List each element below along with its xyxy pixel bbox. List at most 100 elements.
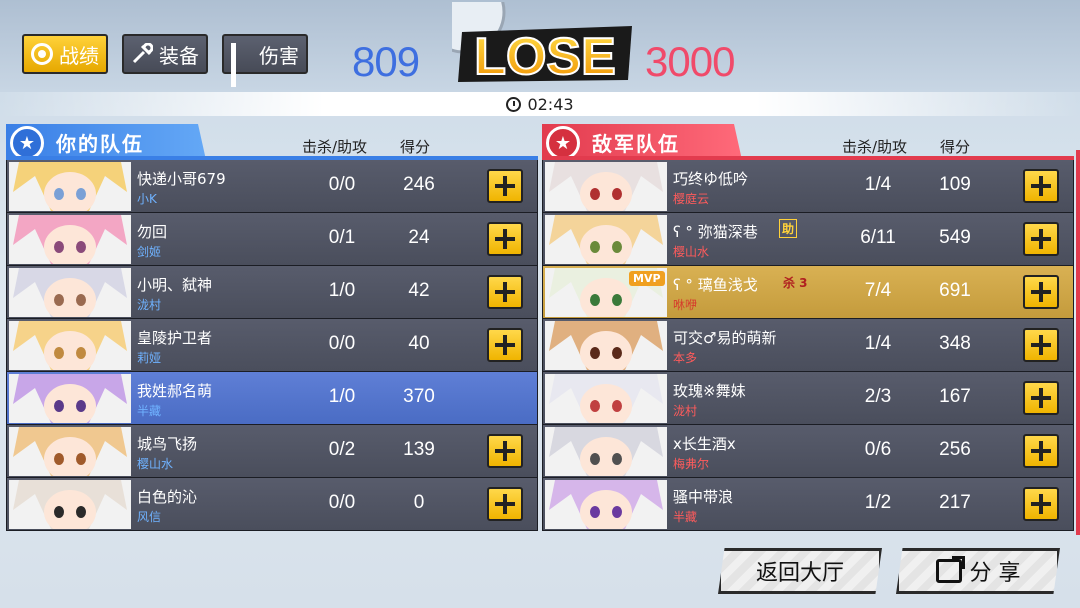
hero-avatar: MVP <box>545 268 667 317</box>
tab-equipment-label: 装备 <box>159 43 199 68</box>
enemy-player-list: 巧终ゆ低吟 樱庭云 1/4 109 ʕ ° 弥猫深巷 樱山水 6/11 549 助 MVP ʕ ° … <box>542 160 1074 531</box>
hero-avatar <box>545 480 667 529</box>
share-icon <box>935 559 962 583</box>
kill-assist: 0/6 <box>864 439 892 460</box>
hero-avatar <box>545 427 667 476</box>
player-score: 256 <box>939 439 971 460</box>
kill-assist: 0/0 <box>328 492 356 513</box>
kill-assist: 0/1 <box>328 227 356 248</box>
hero-avatar <box>9 162 131 211</box>
player-name: 快递小哥679 <box>137 170 226 188</box>
kill-assist: 1/4 <box>864 174 892 195</box>
enemy-col-kd: 击杀/助攻 <box>842 138 908 156</box>
hero-name: 梅弗尔 <box>673 457 710 471</box>
player-score: 109 <box>939 174 971 195</box>
player-score: 139 <box>403 439 435 460</box>
enemy-player-row: 骚中带浪 半藏 1/2 217 <box>542 478 1074 531</box>
player-name: 城鸟飞扬 <box>137 435 198 453</box>
player-score: 42 <box>408 280 430 301</box>
add-friend-button[interactable] <box>487 275 523 309</box>
enemy-player-row: 巧终ゆ低吟 樱庭云 1/4 109 <box>542 160 1074 213</box>
back-to-lobby-label: 返回大厅 <box>755 561 844 586</box>
hero-avatar <box>545 162 667 211</box>
hero-avatar <box>9 427 131 476</box>
ally-player-row: 勿回 剑姬 0/1 24 <box>6 213 538 266</box>
assist-badge: 助 <box>779 219 798 238</box>
add-friend-button[interactable] <box>1023 434 1059 468</box>
hero-name: 风信 <box>137 510 162 524</box>
player-score: 691 <box>939 280 971 301</box>
hero-name: 本多 <box>673 351 698 365</box>
player-score: 0 <box>413 492 425 513</box>
bar-chart-icon <box>231 43 253 87</box>
equipment-icon <box>131 42 154 65</box>
ally-player-row: 小明、弑神 泷村 1/0 42 <box>6 266 538 319</box>
kill-assist: 6/11 <box>860 227 896 248</box>
lose-banner: LOSE <box>422 0 638 87</box>
add-friend-button[interactable] <box>487 434 523 468</box>
add-friend-button[interactable] <box>1023 169 1059 203</box>
player-name: 我姓郝名萌 <box>137 382 213 400</box>
add-friend-button[interactable] <box>1023 222 1059 256</box>
hero-avatar <box>545 374 667 423</box>
hero-name: 剑姬 <box>137 245 162 259</box>
player-score: 24 <box>408 227 430 248</box>
ally-team-header: 你的队伍 ★ 击杀/助攻 得分 <box>6 124 538 160</box>
player-name: 皇陵护卫者 <box>137 329 213 347</box>
hero-avatar <box>9 268 131 317</box>
hero-name: 半藏 <box>673 510 698 524</box>
ally-team-score: 809 <box>352 38 420 85</box>
kill-streak-badge: 杀 3 <box>783 276 808 290</box>
match-time: 02:43 <box>527 94 574 114</box>
enemy-player-row: ʕ ° 弥猫深巷 樱山水 6/11 549 助 <box>542 213 1074 266</box>
kill-assist: 7/4 <box>864 280 892 301</box>
hero-avatar <box>9 321 131 370</box>
enemy-player-row: 玫瑰※舞妹 泷村 2/3 167 <box>542 372 1074 425</box>
back-to-lobby-button[interactable]: 返回大厅 <box>718 548 882 594</box>
kill-assist: 1/2 <box>864 492 892 513</box>
match-timer: 02:43 <box>0 92 1080 116</box>
ally-player-row: 皇陵护卫者 莉娅 0/0 40 <box>6 319 538 372</box>
add-friend-button[interactable] <box>487 328 523 362</box>
star-icon: ★ <box>546 126 580 160</box>
clock-icon <box>506 96 522 112</box>
player-name: 小明、弑神 <box>137 276 213 294</box>
player-name: ʕ ° 弥猫深巷 <box>673 223 758 241</box>
lose-text: LOSE <box>474 28 616 86</box>
add-friend-button[interactable] <box>487 169 523 203</box>
hero-avatar <box>545 215 667 264</box>
ally-team-panel: 你的队伍 ★ 击杀/助攻 得分 快递小哥679 小K 0/0 246 勿回 剑姬 0/1 24… <box>6 124 538 536</box>
hero-name: 半藏 <box>137 404 162 418</box>
player-name: 可交♂易的萌新 <box>673 329 777 347</box>
add-friend-button[interactable] <box>1023 275 1059 309</box>
share-label: 分 享 <box>969 561 1021 586</box>
enemy-team-score: 3000 <box>645 38 735 85</box>
enemy-player-row: MVP ʕ ° 璃鱼浅戈 咻咿 7/4 691 杀 3 <box>542 266 1074 319</box>
add-friend-button[interactable] <box>487 487 523 521</box>
player-score: 217 <box>939 492 971 513</box>
tab-damage[interactable]: 伤害 <box>222 34 308 87</box>
add-friend-button[interactable] <box>1023 328 1059 362</box>
ally-player-row: 城鸟飞扬 樱山水 0/2 139 <box>6 425 538 478</box>
tab-equipment[interactable]: 装备 <box>122 34 208 74</box>
enemy-col-score: 得分 <box>940 138 971 156</box>
ally-col-score: 得分 <box>400 138 431 156</box>
ally-player-row: 白色的沁 风信 0/0 0 <box>6 478 538 531</box>
add-friend-button[interactable] <box>1023 381 1059 415</box>
enemy-player-row: x长生酒x 梅弗尔 0/6 256 <box>542 425 1074 478</box>
player-name: x长生酒x <box>673 435 736 453</box>
add-friend-button[interactable] <box>487 222 523 256</box>
tab-damage-label: 伤害 <box>259 43 299 68</box>
share-button[interactable]: 分 享 <box>896 548 1060 594</box>
add-friend-button[interactable] <box>1023 487 1059 521</box>
kill-assist: 1/0 <box>328 386 356 407</box>
kill-assist: 2/3 <box>864 386 892 407</box>
kill-assist: 0/2 <box>328 439 356 460</box>
kill-assist: 0/0 <box>328 333 356 354</box>
hero-avatar <box>9 215 131 264</box>
player-score: 348 <box>939 333 971 354</box>
enemy-team-panel: 敌军队伍 ★ 击杀/助攻 得分 巧终ゆ低吟 樱庭云 1/4 109 ʕ ° 弥猫深巷 樱山… <box>542 124 1074 536</box>
player-name: ʕ ° 璃鱼浅戈 <box>673 276 758 294</box>
player-score: 167 <box>939 386 971 407</box>
tab-record[interactable]: 战绩 <box>22 34 108 74</box>
